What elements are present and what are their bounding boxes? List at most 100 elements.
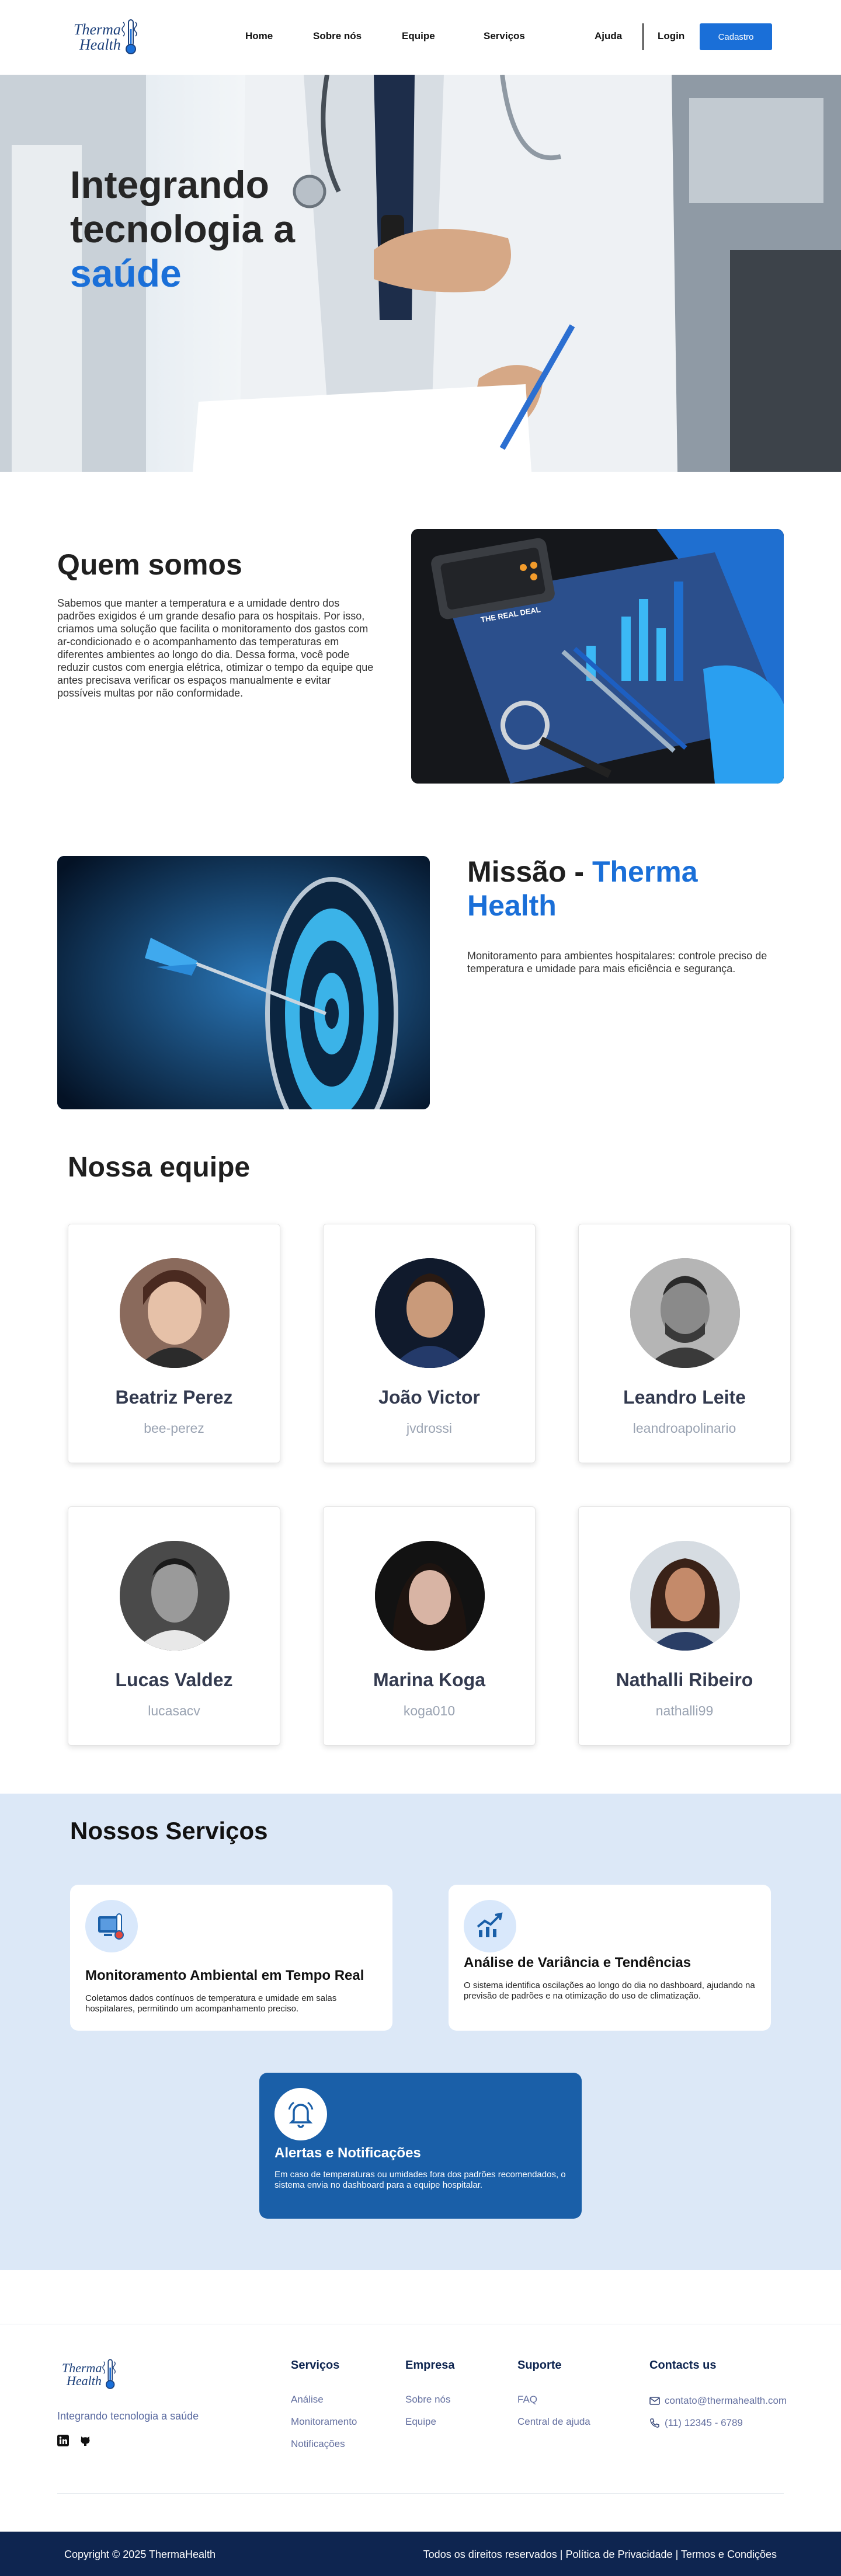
- footer-link-monitoramento[interactable]: Monitoramento: [291, 2416, 357, 2428]
- member-name: Nathalli Ribeiro: [616, 1669, 753, 1690]
- member-name: Leandro Leite: [623, 1387, 746, 1408]
- thermometer-logo-icon: [102, 2359, 116, 2389]
- brand-logo[interactable]: Therma Health: [74, 18, 138, 57]
- nav-divider: [642, 23, 644, 50]
- member-username: bee-perez: [144, 1421, 204, 1436]
- team-card[interactable]: Leandro Leite leandroapolinario: [578, 1224, 791, 1463]
- avatar: [630, 1541, 740, 1651]
- member-username: nathalli99: [655, 1703, 714, 1718]
- footer-company-title: Empresa: [405, 2359, 455, 2372]
- footer-tagline: Integrando tecnologia a saúde: [57, 2410, 199, 2422]
- thermometer-logo-icon: [121, 19, 137, 54]
- logo-text-health: Health: [79, 36, 121, 53]
- nav-link-ajuda[interactable]: Ajuda: [595, 30, 622, 42]
- member-name: Marina Koga: [373, 1669, 486, 1690]
- phone-icon: [650, 2418, 659, 2428]
- nav-link-servicos[interactable]: Serviços: [484, 30, 525, 42]
- service-text: Coletamos dados contínuos de temperatura…: [85, 1993, 337, 2014]
- member-name: Lucas Valdez: [115, 1669, 233, 1690]
- about-text: Sabemos que manter a temperatura e a umi…: [57, 597, 374, 699]
- service-text: O sistema identifica oscilações ao longo…: [464, 1980, 755, 2001]
- footer-link-notificacoes[interactable]: Notificações: [291, 2438, 345, 2450]
- logo-text-therma: Therma: [62, 2361, 102, 2375]
- member-photo: [630, 1258, 740, 1368]
- avatar: [120, 1541, 230, 1651]
- footer-contact-title: Contacts us: [649, 2359, 717, 2372]
- member-username: leandroapolinario: [633, 1421, 736, 1436]
- footer-link-faq[interactable]: FAQ: [517, 2394, 537, 2406]
- about-title: Quem somos: [57, 548, 242, 581]
- mission-title: Missão - Therma Health: [467, 855, 771, 923]
- logo-text-health: Health: [67, 2373, 102, 2388]
- footer-link-central[interactable]: Central de ajuda: [517, 2416, 590, 2428]
- member-username: koga010: [403, 1703, 456, 1718]
- legal-links[interactable]: Todos os direitos reservados | Política …: [423, 2549, 777, 2561]
- member-name: João Victor: [378, 1387, 480, 1408]
- footer: Therma Health Integrando tecnologia a sa…: [0, 2270, 841, 2532]
- footer-link-equipe[interactable]: Equipe: [405, 2416, 436, 2428]
- logo-text-therma: Therma: [74, 21, 121, 38]
- nav-link-sobre[interactable]: Sobre nós: [313, 30, 362, 42]
- mission-image: [57, 856, 430, 1109]
- footer-phone: (11) 12345 - 6789: [665, 2417, 743, 2428]
- service-card[interactable]: Monitoramento Ambiental em Tempo Real Co…: [70, 1885, 392, 2031]
- team-card[interactable]: João Victor jvdrossi: [323, 1224, 536, 1463]
- analytics-desk-image: THE REAL DEAL: [411, 529, 784, 784]
- hero-title-line2: tecnologia a: [70, 207, 296, 250]
- team-card[interactable]: Marina Koga koga010: [323, 1506, 536, 1746]
- service-title: Análise de Variância e Tendências: [464, 1955, 691, 1971]
- member-photo: [630, 1541, 740, 1651]
- trend-chart-icon: [464, 1900, 516, 1952]
- copyright-text: Copyright © 2025 ThermaHealth: [64, 2549, 216, 2560]
- hero-banner: Integrando tecnologia a saúde: [0, 75, 841, 472]
- footer-email: contato@thermahealth.com: [665, 2395, 787, 2406]
- hero-title-line1: Integrando: [70, 163, 269, 206]
- member-photo: [120, 1258, 230, 1368]
- avatar: [375, 1258, 485, 1368]
- mission-text: Monitoramento para ambientes hospitalare…: [467, 950, 767, 974]
- about-image: THE REAL DEAL: [411, 529, 784, 784]
- service-card[interactable]: Alertas e Notificações Em caso de temper…: [259, 2073, 582, 2219]
- footer-support-title: Suporte: [517, 2359, 562, 2372]
- nav-link-equipe[interactable]: Equipe: [402, 30, 435, 42]
- bottom-bar: Copyright © 2025 ThermaHealth Todos os d…: [0, 2532, 841, 2576]
- footer-divider: [57, 2493, 784, 2494]
- nav-link-home[interactable]: Home: [245, 30, 273, 42]
- service-text: Em caso de temperaturas ou umidades fora…: [274, 2170, 566, 2190]
- footer-phone-row[interactable]: (11) 12345 - 6789: [649, 2417, 743, 2429]
- dartboard-image: [57, 856, 430, 1109]
- member-photo: [375, 1258, 485, 1368]
- avatar: [120, 1258, 230, 1368]
- team-card[interactable]: Nathalli Ribeiro nathalli99: [578, 1506, 791, 1746]
- member-photo: [120, 1541, 230, 1651]
- hero-title: Integrando tecnologia a saúde: [70, 162, 374, 295]
- mission-title-prefix: Missão -: [467, 855, 592, 888]
- service-card[interactable]: Análise de Variância e Tendências O sist…: [449, 1885, 771, 2031]
- footer-logo[interactable]: Therma Health: [62, 2358, 117, 2391]
- top-navbar: Therma Health Home Sobre nós Equipe Serv…: [0, 0, 841, 75]
- footer-link-analise[interactable]: Análise: [291, 2394, 324, 2406]
- member-username: lucasacv: [148, 1703, 200, 1718]
- avatar: [630, 1258, 740, 1368]
- github-icon[interactable]: [79, 2435, 91, 2449]
- footer-link-sobre[interactable]: Sobre nós: [405, 2394, 451, 2406]
- login-link[interactable]: Login: [658, 30, 684, 42]
- member-name: Beatriz Perez: [115, 1387, 233, 1408]
- member-photo: [375, 1541, 485, 1651]
- team-card[interactable]: Lucas Valdez lucasacv: [68, 1506, 280, 1746]
- thermometer-monitor-icon: [85, 1900, 138, 1952]
- avatar: [375, 1541, 485, 1651]
- footer-services-title: Serviços: [291, 2359, 340, 2372]
- mail-icon: [649, 2397, 660, 2405]
- linkedin-icon[interactable]: [57, 2435, 69, 2449]
- signup-button[interactable]: Cadastro: [700, 23, 772, 50]
- service-title: Alertas e Notificações: [274, 2145, 421, 2161]
- member-username: jvdrossi: [406, 1421, 452, 1436]
- team-title: Nossa equipe: [68, 1152, 251, 1183]
- team-card[interactable]: Beatriz Perez bee-perez: [68, 1224, 280, 1463]
- services-section: Nossos Serviços Monitoramento Ambiental …: [0, 1794, 841, 2270]
- bell-icon: [274, 2088, 327, 2140]
- services-title: Nossos Serviços: [70, 1817, 268, 1844]
- footer-email-row[interactable]: contato@thermahealth.com: [649, 2395, 787, 2407]
- service-title: Monitoramento Ambiental em Tempo Real: [85, 1968, 364, 1983]
